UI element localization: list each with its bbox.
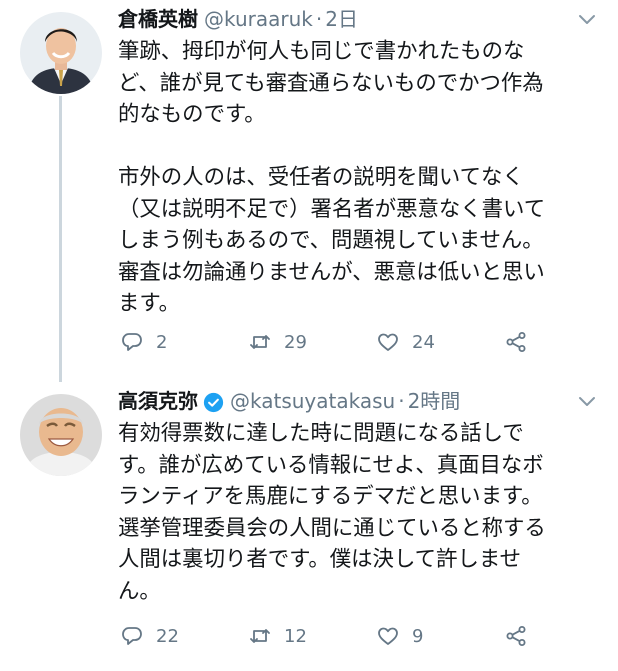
display-name[interactable]: 倉橋英樹 [118, 4, 198, 34]
share-icon [506, 626, 526, 646]
tweet-actions: 2 29 24 [120, 327, 528, 357]
tweet-paragraph-spacer: ​ [118, 131, 608, 163]
separator: · [315, 7, 323, 31]
display-name[interactable]: 高須克弥 [118, 386, 198, 416]
avatar[interactable] [20, 394, 102, 476]
tweet-text: 筆跡、拇印が何人も同じで書かれたものな ど、誰が見ても審査通らないものでかつ作為… [118, 36, 608, 320]
retweet-icon [250, 629, 270, 643]
tweet-paragraph: 有効得票数に達した時に問題になる話しで す。誰が広めている情報にせよ、真面目なボ… [118, 421, 546, 604]
user-handle[interactable]: @katsuyatakasu [230, 386, 395, 416]
timestamp[interactable]: 2日 [325, 4, 358, 34]
share-icon [506, 332, 526, 352]
user-handle[interactable]: @kuraaruk [204, 4, 313, 34]
tweet-text: 有効得票数に達した時に問題になる話しで す。誰が広めている情報にせよ、真面目なボ… [118, 418, 608, 607]
retweet-count: 29 [284, 331, 307, 353]
like-icon [378, 333, 398, 351]
avatar-portrait-icon [20, 394, 102, 476]
like-button[interactable]: 9 [376, 621, 504, 651]
retweet-count: 12 [284, 625, 307, 647]
share-button[interactable] [504, 621, 528, 651]
retweet-icon [250, 335, 270, 349]
tweet[interactable]: 高須克弥 @katsuyatakasu · 2時間 有効得票数に達した時に問題に… [0, 382, 618, 671]
like-icon [378, 627, 398, 645]
reply-icon [122, 333, 142, 351]
reply-icon [122, 627, 142, 645]
chevron-down-icon[interactable] [576, 8, 598, 30]
thread-line [59, 96, 62, 382]
timestamp[interactable]: 2時間 [408, 386, 461, 416]
like-count: 24 [412, 331, 435, 353]
tweet[interactable]: 倉橋英樹 @kuraaruk · 2日 筆跡、拇印が何人も同じで書かれたものな … [0, 0, 618, 382]
tweet-header: 倉橋英樹 @kuraaruk · 2日 [118, 4, 598, 34]
separator: · [398, 389, 405, 413]
retweet-button[interactable]: 12 [248, 621, 376, 651]
like-button[interactable]: 24 [376, 327, 504, 357]
tweet-paragraph: 市外の人のは、受任者の説明を聞いてなく （又は説明不足で）署名者が悪意なく書いて… [118, 165, 546, 316]
avatar[interactable] [20, 12, 102, 94]
reply-count: 22 [156, 625, 179, 647]
verified-badge-icon [203, 391, 224, 412]
retweet-button[interactable]: 29 [248, 327, 376, 357]
avatar-portrait-icon [20, 12, 102, 94]
tweet-actions: 22 12 9 [120, 621, 528, 651]
reply-count: 2 [156, 331, 168, 353]
chevron-down-icon[interactable] [576, 390, 598, 412]
like-count: 9 [412, 625, 424, 647]
tweet-paragraph: 筆跡、拇印が何人も同じで書かれたものな ど、誰が見ても審査通らないものでかつ作為… [118, 39, 544, 127]
reply-button[interactable]: 2 [120, 327, 248, 357]
tweet-header: 高須克弥 @katsuyatakasu · 2時間 [118, 386, 598, 416]
share-button[interactable] [504, 327, 528, 357]
reply-button[interactable]: 22 [120, 621, 248, 651]
